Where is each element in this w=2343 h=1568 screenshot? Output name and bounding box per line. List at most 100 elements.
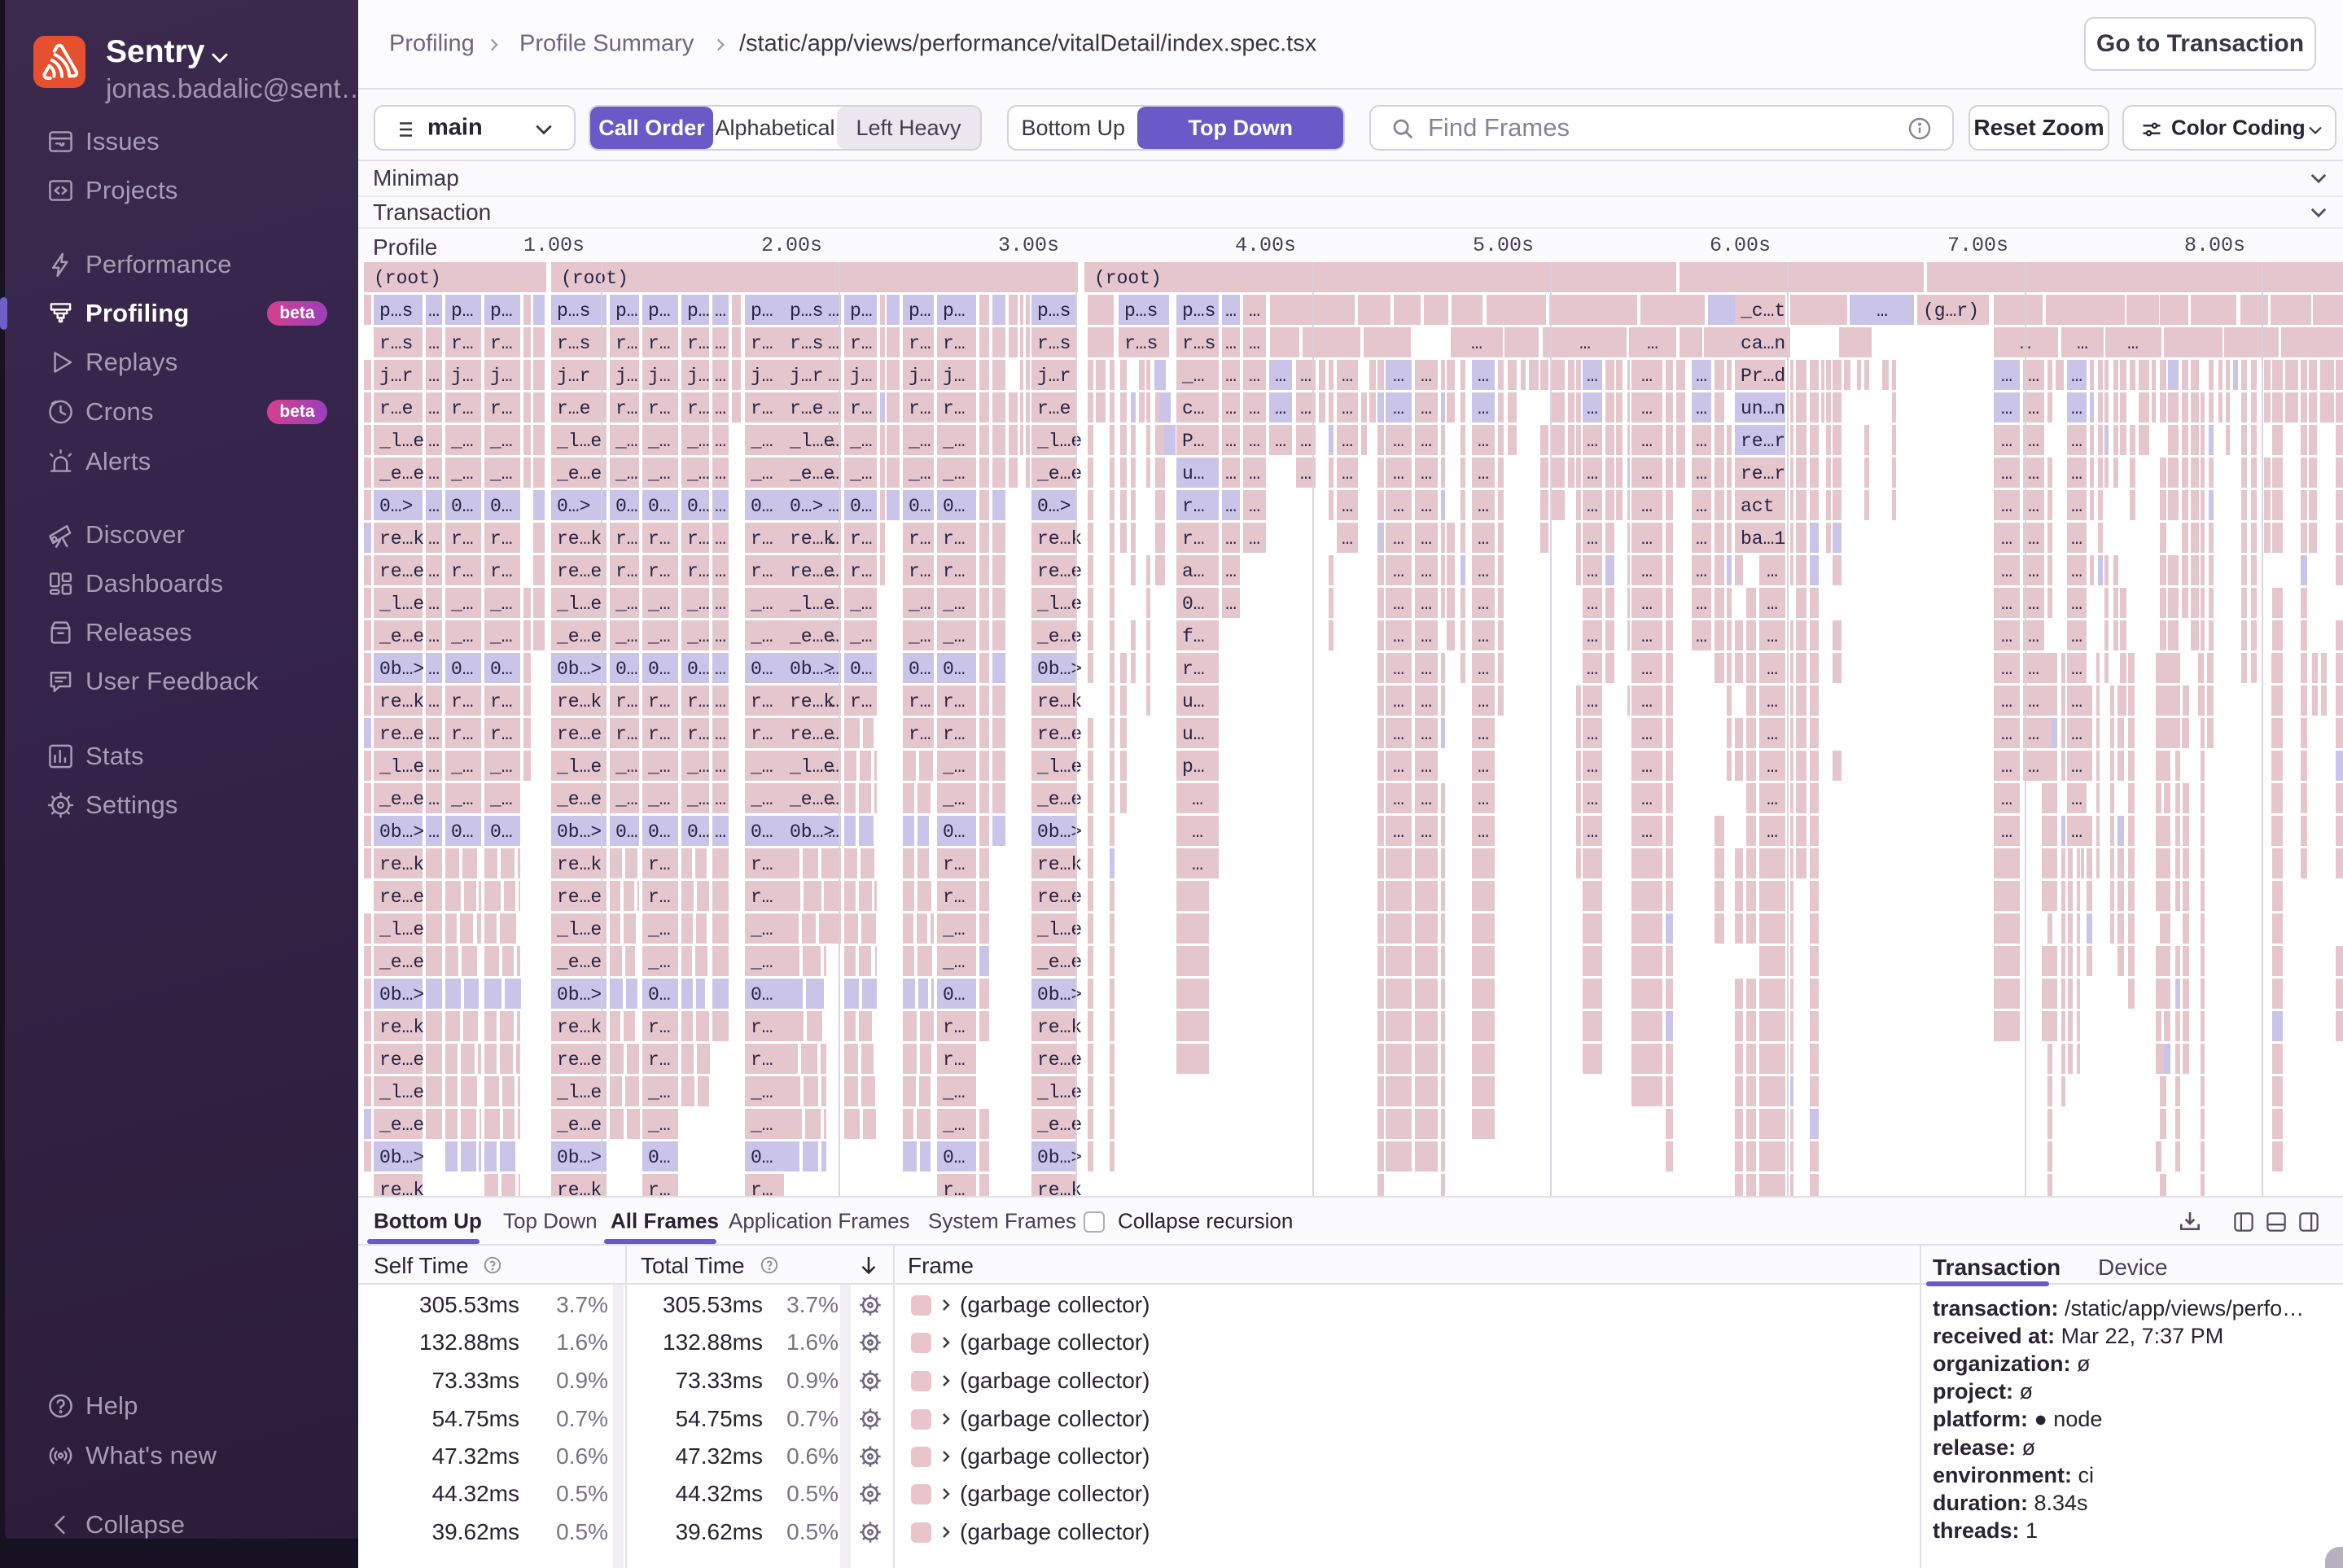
- svg-text:_l…e: _l…e: [556, 756, 602, 777]
- svg-text:r…: r…: [615, 333, 638, 354]
- svg-text:_…: _…: [750, 463, 773, 484]
- svg-text:re…e: re…e: [379, 724, 424, 745]
- svg-text:…: …: [828, 561, 839, 582]
- svg-text:r…: r…: [850, 398, 873, 419]
- svg-text:r…: r…: [943, 398, 966, 419]
- svg-text:re…e: re…e: [1037, 887, 1082, 908]
- svg-text:_e…e: _e…e: [556, 952, 602, 973]
- svg-text:…: …: [1342, 366, 1353, 387]
- svg-text:…: …: [2001, 593, 2012, 615]
- svg-text:r…: r…: [850, 528, 873, 550]
- svg-text:0…: 0…: [751, 984, 773, 1005]
- svg-text:r…e: r…e: [557, 398, 590, 419]
- svg-text:…: …: [1471, 333, 1482, 354]
- svg-text:r…: r…: [648, 398, 671, 419]
- svg-text:…: …: [2071, 821, 2082, 843]
- svg-text:j…: j…: [687, 366, 710, 387]
- svg-text:r…: r…: [451, 528, 474, 550]
- svg-text:…: …: [828, 463, 839, 484]
- svg-text:…: …: [1421, 496, 1432, 517]
- svg-text:…: …: [828, 626, 839, 647]
- svg-text:…: …: [1641, 366, 1653, 387]
- svg-text:…: …: [1767, 626, 1778, 647]
- svg-text:…: …: [1587, 593, 1598, 615]
- svg-text:0…: 0…: [648, 821, 671, 843]
- svg-text:p…s: p…s: [1037, 300, 1071, 322]
- svg-text:…: …: [715, 691, 726, 712]
- svg-text:r…s: r…s: [1182, 333, 1215, 354]
- svg-text:r…: r…: [1182, 659, 1205, 680]
- svg-text:_l…e: _l…e: [379, 593, 424, 615]
- svg-text:_e…e: _e…e: [1036, 952, 1082, 973]
- svg-text:u…: u…: [1182, 691, 1205, 712]
- svg-text:…: …: [828, 528, 839, 550]
- svg-text:…: …: [1696, 496, 1707, 517]
- svg-text:…: …: [1641, 821, 1653, 843]
- svg-text:…: …: [1478, 724, 1489, 745]
- svg-text:_…: _…: [450, 756, 474, 777]
- svg-text:re…k: re…k: [379, 854, 424, 875]
- svg-text:_l…e: _l…e: [556, 1082, 602, 1103]
- svg-text:…: …: [828, 691, 839, 712]
- svg-text:_l…e: _l…e: [379, 431, 424, 452]
- svg-text:…: …: [715, 300, 726, 322]
- svg-text:…: …: [1393, 756, 1404, 777]
- svg-text:r…: r…: [943, 1049, 966, 1071]
- svg-text:…: …: [428, 561, 440, 582]
- svg-text:…: …: [2071, 691, 2082, 712]
- svg-text:_…: _…: [686, 593, 710, 615]
- svg-text:…: …: [1478, 659, 1489, 680]
- svg-text:_…: _…: [647, 593, 671, 615]
- svg-text:p…s: p…s: [1182, 300, 1215, 322]
- svg-text:r…: r…: [451, 561, 474, 582]
- svg-text:…: …: [1696, 366, 1707, 387]
- svg-text:…: …: [1421, 724, 1432, 745]
- svg-text:…: …: [1478, 626, 1489, 647]
- svg-text:…: …: [1225, 528, 1237, 550]
- svg-text:r…: r…: [943, 691, 966, 712]
- svg-text:…: …: [2071, 496, 2082, 517]
- svg-text:re…e: re…e: [557, 1049, 602, 1071]
- svg-text:0b…>: 0b…>: [557, 1147, 602, 1168]
- svg-text:…: …: [828, 431, 839, 452]
- svg-text:p…: p…: [648, 300, 671, 322]
- svg-text:j…: j…: [751, 366, 773, 387]
- svg-text:…: …: [2001, 821, 2012, 843]
- svg-text:…: …: [715, 821, 726, 843]
- svg-text:0…: 0…: [451, 821, 474, 843]
- svg-text:…: …: [1225, 366, 1237, 387]
- svg-text:_…: _…: [647, 463, 671, 484]
- svg-text:0…: 0…: [850, 659, 873, 680]
- svg-text:c…: c…: [1182, 398, 1205, 419]
- svg-text:…: …: [1641, 691, 1653, 712]
- svg-text:(g…r): (g…r): [1923, 300, 1979, 322]
- svg-text:_…: _…: [942, 593, 966, 615]
- svg-text:…: …: [1587, 366, 1598, 387]
- svg-text:…: …: [2028, 463, 2039, 484]
- svg-text:…: …: [2077, 333, 2088, 354]
- svg-text:r…: r…: [648, 691, 671, 712]
- svg-text:r…: r…: [648, 1180, 671, 1196]
- svg-text:…: …: [1421, 691, 1432, 712]
- svg-text:re…k: re…k: [1037, 1180, 1082, 1196]
- svg-text:…: …: [428, 333, 440, 354]
- svg-text:r…: r…: [751, 398, 773, 419]
- svg-text:0b…>: 0b…>: [557, 659, 602, 680]
- svg-text:…: …: [2071, 528, 2082, 550]
- svg-text:…: …: [1767, 691, 1778, 712]
- svg-text:…: …: [1421, 821, 1432, 843]
- svg-text:…: …: [1393, 691, 1404, 712]
- svg-text:…: …: [2028, 691, 2039, 712]
- svg-text:re…k: re…k: [557, 691, 602, 712]
- svg-text:_…: _…: [750, 952, 773, 973]
- svg-text:0…: 0…: [648, 659, 671, 680]
- svg-text:…: …: [1393, 659, 1404, 680]
- svg-text:…: …: [1421, 463, 1432, 484]
- svg-text:p…: p…: [943, 300, 966, 322]
- svg-text:r…: r…: [751, 561, 773, 582]
- svg-text:0…: 0…: [648, 496, 671, 517]
- svg-text:re…e: re…e: [1037, 1049, 1082, 1071]
- svg-text:re…k: re…k: [1037, 528, 1082, 550]
- svg-text:r…: r…: [1182, 496, 1205, 517]
- svg-text:…: …: [1696, 528, 1707, 550]
